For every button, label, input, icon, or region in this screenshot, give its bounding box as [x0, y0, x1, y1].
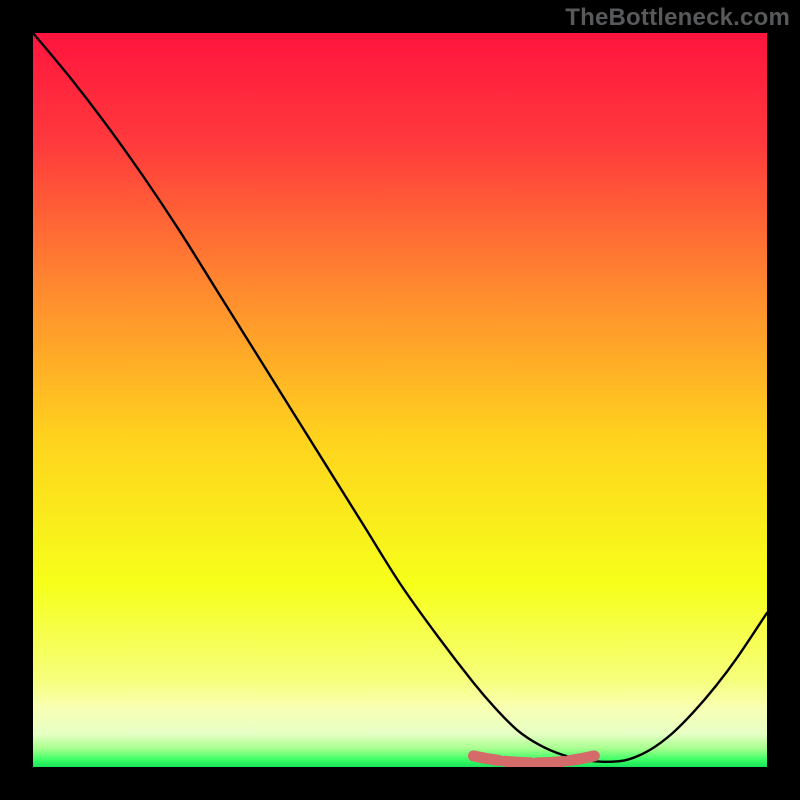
chart-container: TheBottleneck.com: [0, 0, 800, 800]
chart-svg: [33, 33, 767, 767]
gradient-background: [33, 33, 767, 767]
watermark-text: TheBottleneck.com: [565, 4, 790, 32]
